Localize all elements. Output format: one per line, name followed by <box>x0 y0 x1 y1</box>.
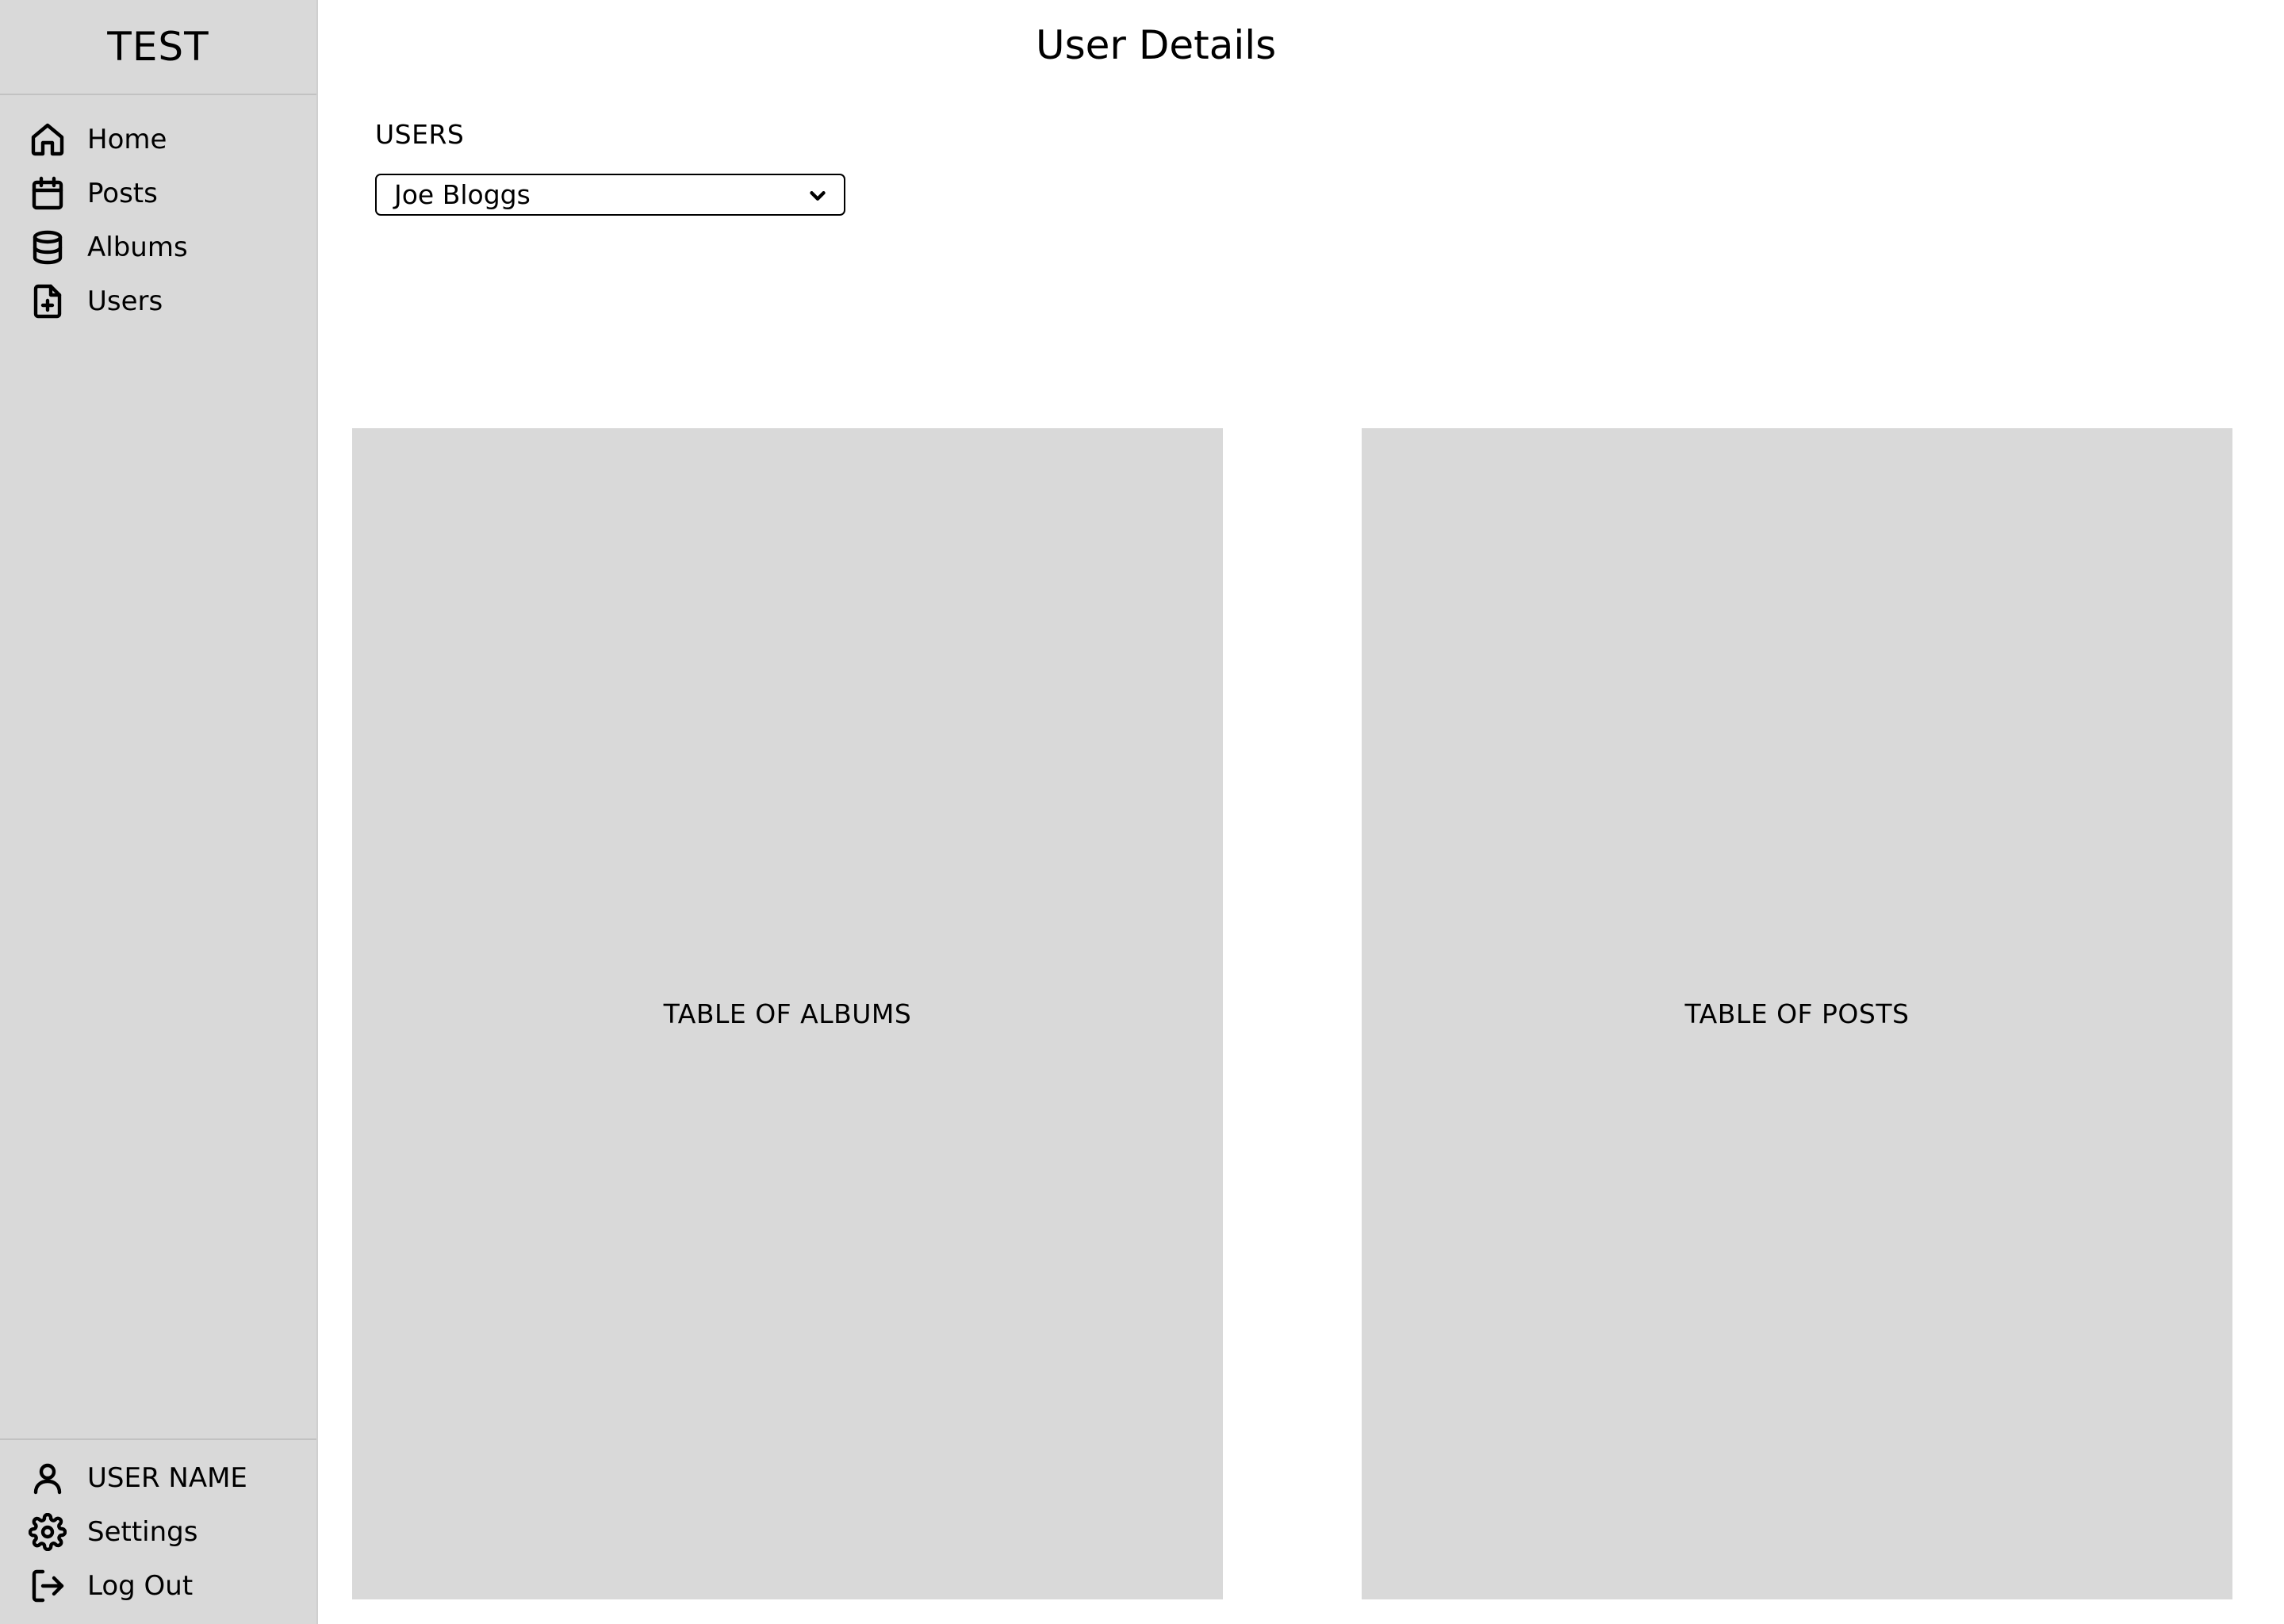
sidebar-nav: Home Posts Albums Users <box>0 95 316 328</box>
sidebar-item-label: Posts <box>87 178 158 209</box>
sidebar-item-users[interactable]: Users <box>0 274 316 328</box>
logout-label: Log Out <box>87 1570 194 1602</box>
sidebar-item-label: Users <box>87 285 163 317</box>
file-plus-icon <box>29 282 67 320</box>
sidebar-item-home[interactable]: Home <box>0 113 316 167</box>
settings-item[interactable]: Settings <box>0 1505 316 1559</box>
page-title: User Details <box>1036 22 1277 68</box>
sidebar-footer: USER NAME Settings Log Out <box>0 1438 316 1624</box>
gear-icon <box>29 1513 67 1551</box>
sidebar-item-posts[interactable]: Posts <box>0 167 316 220</box>
chevron-down-icon <box>806 183 830 207</box>
logout-icon <box>29 1567 67 1605</box>
logout-item[interactable]: Log Out <box>0 1559 316 1613</box>
calendar-icon <box>29 174 67 213</box>
database-icon <box>29 228 67 266</box>
posts-table-panel: TABLE OF POSTS <box>1362 428 2232 1599</box>
albums-table-placeholder: TABLE OF ALBUMS <box>663 998 912 1029</box>
user-icon <box>29 1459 67 1497</box>
settings-label: Settings <box>87 1516 198 1548</box>
user-profile-item[interactable]: USER NAME <box>0 1451 316 1505</box>
user-name-label: USER NAME <box>87 1462 247 1494</box>
albums-table-panel: TABLE OF ALBUMS <box>352 428 1223 1599</box>
brand-title: TEST <box>0 0 316 95</box>
posts-table-placeholder: TABLE OF POSTS <box>1684 998 1910 1029</box>
users-field-label: USERS <box>375 119 465 150</box>
sidebar-item-label: Albums <box>87 232 188 263</box>
sidebar-item-albums[interactable]: Albums <box>0 220 316 274</box>
user-select-value: Joe Bloggs <box>394 179 531 210</box>
main-content: User Details USERS Joe Bloggs TABLE OF A… <box>318 0 2284 1624</box>
sidebar-item-label: Home <box>87 124 167 155</box>
user-select-dropdown[interactable]: Joe Bloggs <box>375 174 845 216</box>
home-icon <box>29 121 67 159</box>
sidebar: TEST Home Posts Albums Users USER NAME S… <box>0 0 318 1624</box>
